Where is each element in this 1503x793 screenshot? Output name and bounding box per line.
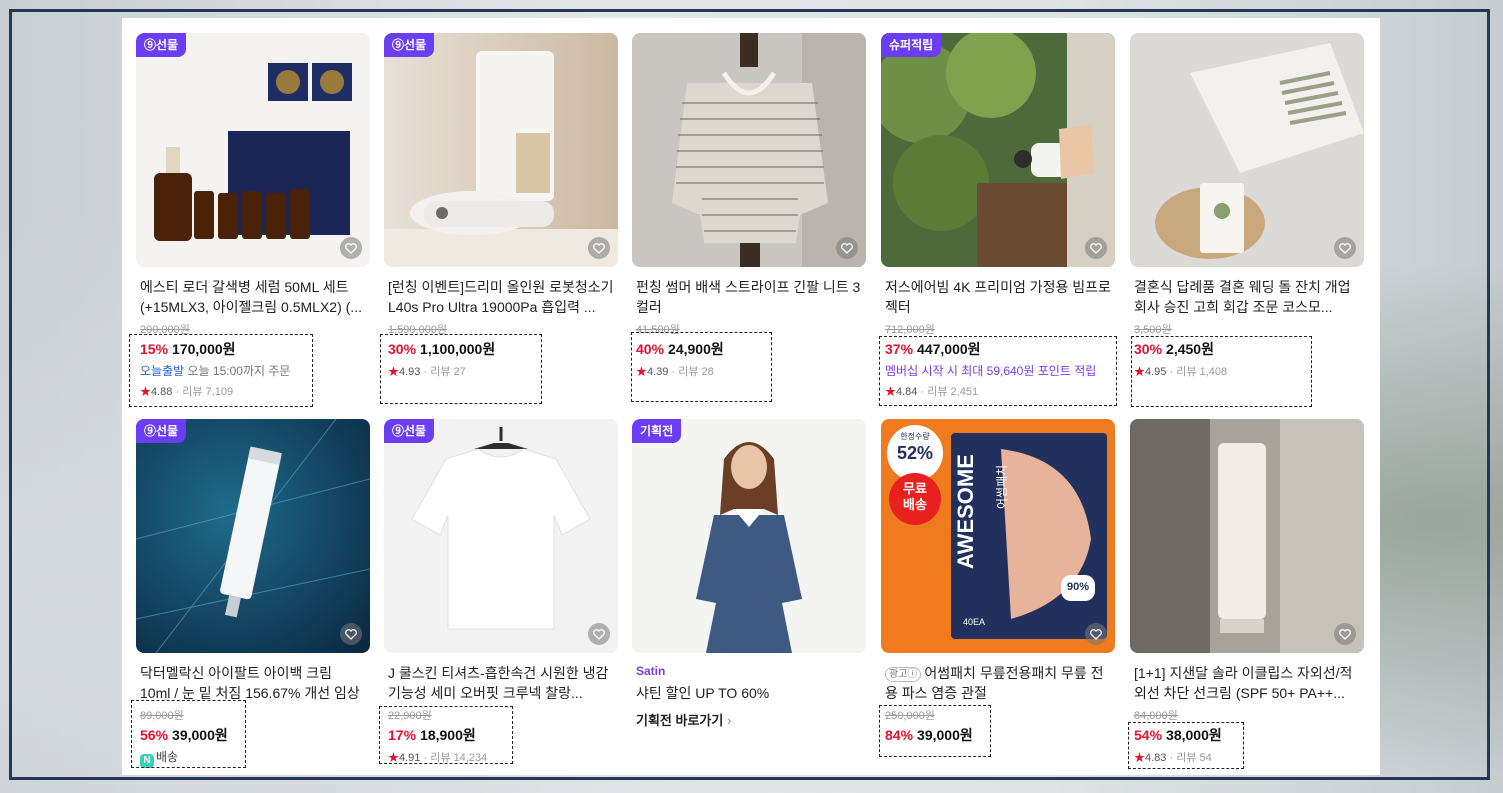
product-title[interactable]: 저스에어빔 4K 프리미엄 가정용 빔프로젝터 (885, 277, 1111, 317)
limited-qty-label: 한정수량 (900, 432, 930, 441)
original-price: 712,000원 (885, 324, 935, 336)
gift-badge: ⑨선물 (136, 419, 187, 443)
product-title[interactable]: J 쿨스킨 티셔츠-흡한속건 시원한 냉감 기능성 세미 오버핏 크루넥 찰랑.… (388, 663, 614, 703)
annotation-box (380, 334, 542, 404)
gift-badge: ⑨선물 (384, 33, 435, 57)
product-title[interactable]: 광고ⓘ 어썸패치 무릎전용패치 무릎 전용 파스 염증 관절 (885, 663, 1111, 703)
annotation-box (1128, 722, 1244, 769)
wishlist-heart-icon[interactable] (588, 623, 610, 645)
product-image[interactable]: ⑨선물 (384, 419, 618, 653)
exhibit-link-label: 기획전 바로가기 (636, 713, 724, 728)
annotation-box (1131, 336, 1312, 407)
sale-pct-label: 52% (896, 443, 934, 463)
ad-badge[interactable]: 광고ⓘ (885, 667, 922, 682)
annotation-box (631, 332, 772, 402)
product-image[interactable]: 슈퍼적립 (881, 33, 1115, 267)
product-image[interactable]: ⑨선물 (136, 33, 370, 267)
original-price: 84,000원 (1134, 710, 1178, 722)
product-image[interactable] (632, 33, 866, 267)
product-image[interactable]: ⑨선물 (136, 419, 370, 653)
gift-badge: ⑨선물 (384, 419, 435, 443)
exhibit-link[interactable]: 기획전 바로가기 › (636, 710, 731, 729)
chevron-right-icon: › (726, 713, 732, 728)
product-title[interactable]: 펀칭 썸머 배색 스트라이프 긴팔 니트 3컬러 (636, 277, 862, 317)
product-title[interactable]: 에스티 로더 갈색병 세럼 50ML 세트 (+15MLX3, 아이젤크림 0.… (140, 277, 366, 317)
brand-name: Satin (636, 664, 666, 678)
annotation-box (129, 334, 313, 407)
wishlist-heart-icon[interactable] (1085, 623, 1107, 645)
wishlist-heart-icon[interactable] (340, 623, 362, 645)
product-title[interactable]: 결혼식 답례품 결혼 웨딩 돌 잔치 개업 회사 승진 고희 회갑 조문 코스모… (1134, 277, 1360, 317)
special-exhibit-badge: 기획전 (632, 419, 682, 443)
wishlist-heart-icon[interactable] (1334, 623, 1356, 645)
product-title[interactable]: [1+1] 지샌달 솔라 이클립스 자외선/적외선 차단 선크림 (SPF 50… (1134, 663, 1360, 703)
promo-title[interactable]: 샤틴 할인 UP TO 60% (636, 683, 862, 705)
wishlist-heart-icon[interactable] (1334, 237, 1356, 259)
annotation-box (379, 706, 513, 764)
product-card[interactable]: [1+1] 지샌달 솔라 이클립스 자외선/적외선 차단 선크림 (SPF 50… (1130, 419, 1364, 769)
product-image[interactable] (1130, 33, 1364, 267)
product-image[interactable]: 기획전 (632, 419, 866, 653)
product-title[interactable]: [런칭 이벤트]드리미 올인원 로봇청소기 L40s Pro Ultra 190… (388, 277, 614, 317)
annotation-box (879, 336, 1117, 406)
wishlist-heart-icon[interactable] (588, 237, 610, 259)
promo-card[interactable]: 기획전 Satin 샤틴 할인 UP TO 60% 기획전 바로가기 › (632, 419, 866, 769)
percent-label: 90% (1066, 581, 1090, 593)
super-points-badge: 슈퍼적립 (881, 33, 942, 57)
product-title[interactable]: 닥터멜락신 아이팔트 아이백 크림 10ml / 눈 밑 처짐 156.67% … (140, 663, 366, 703)
product-image[interactable]: ⑨선물 (384, 33, 618, 267)
gift-badge: ⑨선물 (136, 33, 187, 57)
original-price: 3,500원 (1134, 324, 1172, 336)
awesome-brand-text: AWESOME (953, 454, 978, 569)
wishlist-heart-icon[interactable] (836, 237, 858, 259)
count-label: 40EA (963, 617, 986, 627)
annotation-box (131, 700, 246, 768)
awesome-patch-text: 어썸패치 (995, 464, 1009, 509)
annotation-box (879, 705, 991, 757)
product-image[interactable] (1130, 419, 1364, 653)
product-image[interactable]: 한정수량 52% 무료 배송 AWESOME 어썸패치 90% 40EA (881, 419, 1115, 653)
free-shipping-label: 무료 배송 (903, 481, 927, 512)
wishlist-heart-icon[interactable] (340, 237, 362, 259)
wishlist-heart-icon[interactable] (1085, 237, 1107, 259)
